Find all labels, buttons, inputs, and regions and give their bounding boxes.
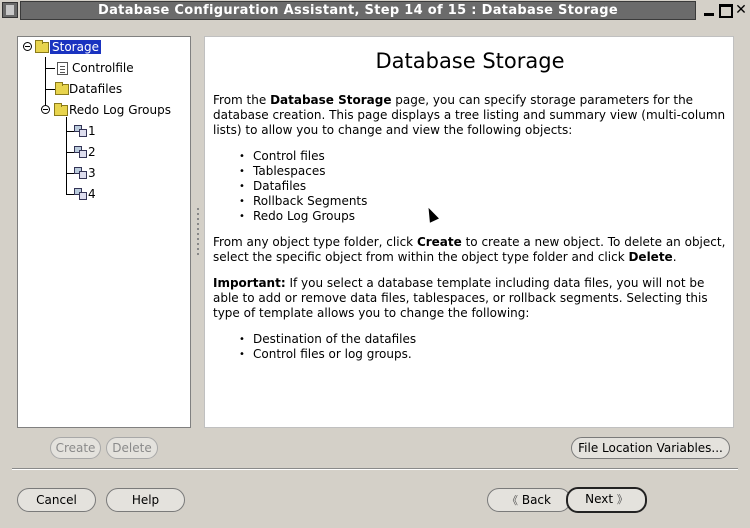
tree-item-redo-group-3[interactable]: 3: [88, 164, 96, 182]
file-location-variables-button[interactable]: File Location Variables...: [571, 437, 730, 459]
text-bold: Database Storage: [270, 93, 392, 107]
tree-item-redo-group-4[interactable]: 4: [88, 185, 96, 203]
tree-item-storage[interactable]: Storage: [50, 38, 101, 56]
collapse-icon[interactable]: [41, 105, 50, 114]
list-item: Datafiles: [239, 179, 367, 194]
log-group-icon: [74, 167, 88, 179]
minimize-icon[interactable]: [702, 3, 716, 17]
tree-item-label: 4: [88, 187, 96, 201]
tree-item-label: 2: [88, 145, 96, 159]
tree-line: [66, 173, 74, 174]
next-label: Next: [585, 492, 614, 506]
cancel-button[interactable]: Cancel: [17, 488, 96, 512]
tree-item-label: 3: [88, 166, 96, 180]
intro-paragraph: From the Database Storage page, you can …: [213, 93, 727, 138]
page-title: Database Storage: [375, 49, 565, 73]
app-icon[interactable]: [2, 2, 18, 18]
window-title: Database Configuration Assistant, Step 1…: [98, 3, 618, 18]
text: .: [672, 250, 677, 264]
text: If you select a database template includ…: [213, 276, 708, 320]
tree-item-redo-group-1[interactable]: 1: [88, 122, 96, 140]
splitter-handle[interactable]: [197, 208, 199, 256]
text-bold: Create: [416, 235, 462, 249]
tree-item-label: Controlfile: [72, 61, 134, 75]
divider: [12, 468, 738, 470]
tree-line: [66, 131, 74, 132]
tree-line: [45, 57, 46, 111]
list-item: Redo Log Groups: [239, 209, 367, 224]
help-button[interactable]: Help: [106, 488, 185, 512]
list-item: Rollback Segments: [239, 194, 367, 209]
next-button[interactable]: Next 》: [566, 487, 647, 513]
tree-line: [66, 194, 74, 195]
log-group-icon: [74, 125, 88, 137]
maximize-icon[interactable]: [718, 3, 733, 18]
list-item: Destination of the datafiles: [239, 332, 416, 347]
create-delete-paragraph: From any object type folder, click Creat…: [213, 235, 727, 265]
title-bar: Database Configuration Assistant, Step 1…: [0, 0, 750, 22]
objects-list: Control files Tablespaces Datafiles Roll…: [239, 149, 367, 224]
tree-item-controlfile[interactable]: Controlfile: [72, 59, 134, 77]
tree-item-redo-log-groups[interactable]: Redo Log Groups: [69, 101, 171, 119]
help-content-panel: Database Storage From the Database Stora…: [204, 36, 734, 428]
tree-item-label: Storage: [50, 40, 101, 54]
list-item: Control files: [239, 149, 367, 164]
tree-item-label: Redo Log Groups: [69, 103, 171, 117]
tree-item-label: 1: [88, 124, 96, 138]
tree-item-datafiles[interactable]: Datafiles: [69, 80, 122, 98]
create-button[interactable]: Create: [50, 437, 101, 459]
back-button[interactable]: 《 Back: [487, 488, 571, 512]
text: From any object type folder, click: [213, 235, 417, 249]
important-paragraph: Important: If you select a database temp…: [213, 276, 727, 321]
tree-line: [45, 68, 55, 69]
folder-icon: [55, 82, 69, 95]
next-arrow-icon: 》: [616, 493, 628, 506]
tree-line: [45, 89, 55, 90]
tree-line: [66, 117, 67, 195]
log-group-icon: [74, 146, 88, 158]
text: From the: [213, 93, 271, 107]
close-icon[interactable]: ✕: [734, 3, 748, 17]
folder-icon: [54, 103, 68, 116]
delete-button[interactable]: Delete: [106, 437, 158, 459]
back-label: Back: [521, 493, 551, 507]
text-bold: Delete: [628, 250, 673, 264]
list-item: Tablespaces: [239, 164, 367, 179]
tree-item-redo-group-2[interactable]: 2: [88, 143, 96, 161]
changes-list: Destination of the datafiles Control fil…: [239, 332, 416, 362]
document-icon: [57, 62, 68, 75]
list-item: Control files or log groups.: [239, 347, 416, 362]
log-group-icon: [74, 188, 88, 200]
folder-icon: [35, 40, 49, 53]
tree-line: [66, 152, 74, 153]
storage-tree[interactable]: Storage Controlfile Datafiles Redo Log G…: [17, 36, 191, 428]
collapse-icon[interactable]: [23, 42, 32, 51]
tree-item-label: Datafiles: [69, 82, 123, 96]
text-bold: Important:: [213, 276, 286, 290]
back-arrow-icon: 《: [507, 494, 519, 507]
